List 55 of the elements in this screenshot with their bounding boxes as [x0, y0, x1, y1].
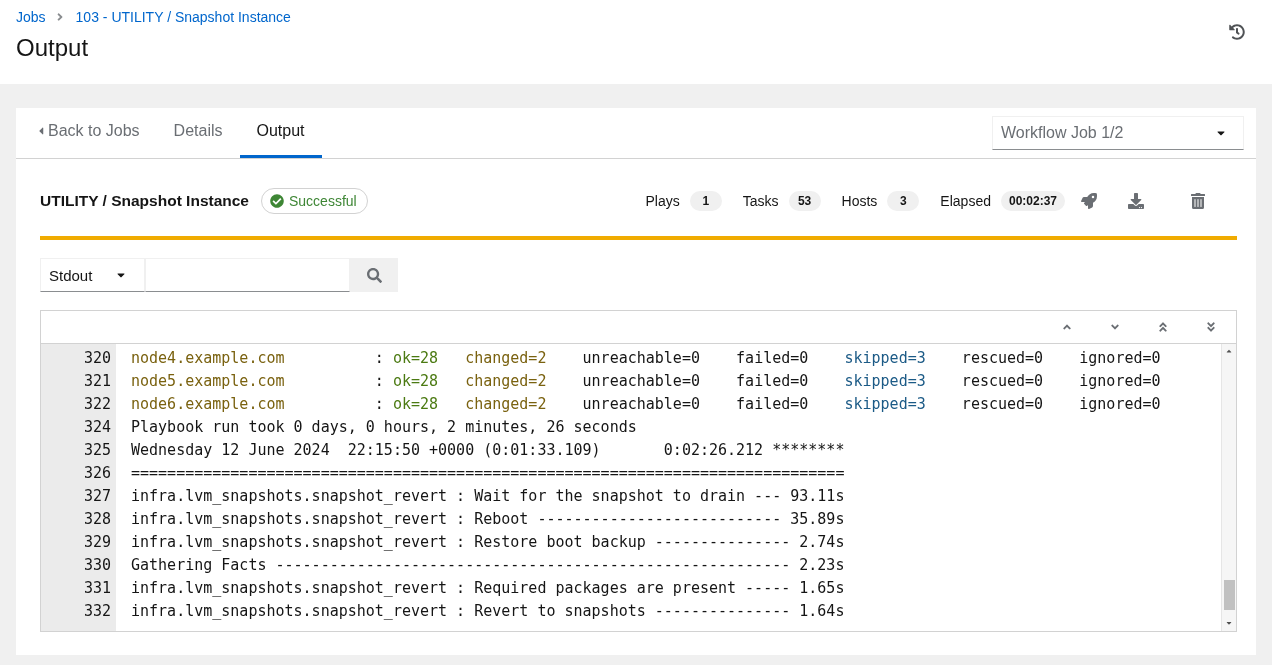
line-number: 331: [83, 579, 111, 597]
rocket-icon[interactable]: [1081, 193, 1097, 209]
back-tab[interactable]: Back to Jobs: [20, 108, 157, 158]
stat-label: Tasks: [742, 193, 779, 209]
trash-icon[interactable]: [1190, 193, 1206, 209]
line-number: 332: [83, 602, 111, 620]
scrollbar[interactable]: [1221, 344, 1236, 631]
stat-count: 53: [788, 191, 821, 211]
job-title: UTILITY / Snapshot Instance: [40, 192, 249, 210]
log-line: node4.example.com : ok=28 changed=2 unreachable=0 failed=0 skipped=3 rescued=0 ignored=0: [131, 348, 1161, 369]
breadcrumb-link[interactable]: Jobs: [16, 9, 46, 25]
log-line: node5.example.com : ok=28 changed=2 unreachable=0 failed=0 skipped=3 rescued=0 ignored=0: [131, 371, 1161, 392]
download-icon[interactable]: [1128, 193, 1144, 209]
line-number: 325: [83, 441, 111, 459]
stat-label: Hosts: [841, 193, 878, 209]
search-button[interactable]: [350, 258, 398, 292]
line-number: 321: [83, 372, 111, 390]
stat-count: 00:02:37: [1000, 191, 1065, 211]
log-line: infra.lvm_snapshots.snapshot_revert : Wait for the snapshot to drain --- 93.11s: [131, 486, 845, 507]
stat-label: Plays: [645, 193, 680, 209]
log-line: Gathering Facts --------------------------------------------------------- 2.23s: [131, 555, 845, 576]
line-number: 327: [83, 487, 111, 505]
line-number: 330: [83, 556, 111, 574]
workflow-job-select[interactable]: Workflow Job 1/2: [992, 116, 1244, 150]
stream-select[interactable]: Stdout: [40, 258, 145, 292]
history-icon[interactable]: [1229, 24, 1245, 40]
double-angle-down-icon[interactable]: [1205, 321, 1217, 333]
line-number: 326: [83, 464, 111, 482]
double-angle-up-icon[interactable]: [1157, 321, 1169, 333]
search-icon: [366, 267, 382, 283]
stat-label: Elapsed: [940, 193, 991, 209]
chevron-right-icon: [55, 11, 64, 23]
log-line: Playbook run took 0 days, 0 hours, 2 minutes, 26 seconds: [131, 417, 637, 438]
scrollbar-thumb[interactable]: [1223, 580, 1235, 610]
line-number: 322: [83, 395, 111, 413]
tab[interactable]: Output: [239, 108, 322, 158]
page-title: Output: [16, 33, 90, 63]
breadcrumb-link[interactable]: 103 - UTILITY / Snapshot Instance: [75, 9, 291, 25]
log-line: ===============================================================================: [131, 463, 845, 484]
log-line: infra.lvm_snapshots.snapshot_revert : Required packages are present ----- 1.65s: [131, 578, 845, 599]
line-number: 324: [83, 418, 111, 436]
stat-count: 1: [689, 191, 722, 211]
tab[interactable]: Details: [156, 108, 240, 158]
line-number: 329: [83, 533, 111, 551]
search-field[interactable]: [145, 258, 350, 292]
caret-down-icon[interactable]: [1225, 619, 1233, 627]
line-number: 320: [83, 349, 111, 367]
line-number: 328: [83, 510, 111, 528]
log-line: infra.lvm_snapshots.snapshot_revert : Reboot --------------------------- 35.89s: [131, 509, 845, 530]
log-line: node6.example.com : ok=28 changed=2 unreachable=0 failed=0 skipped=3 rescued=0 ignored=0: [131, 394, 1161, 415]
log-line: infra.lvm_snapshots.snapshot_revert : Restore boot backup --------------- 2.74s: [131, 532, 845, 553]
caret-up-icon[interactable]: [1225, 347, 1233, 355]
log-line: infra.lvm_snapshots.snapshot_revert : Revert to snapshots --------------- 1.64s: [131, 601, 845, 622]
stat-count: 3: [887, 191, 920, 211]
log-line: Wednesday 12 June 2024 22:15:50 +0000 (0:01:33.109) 0:02:26.212 ********: [131, 440, 845, 461]
